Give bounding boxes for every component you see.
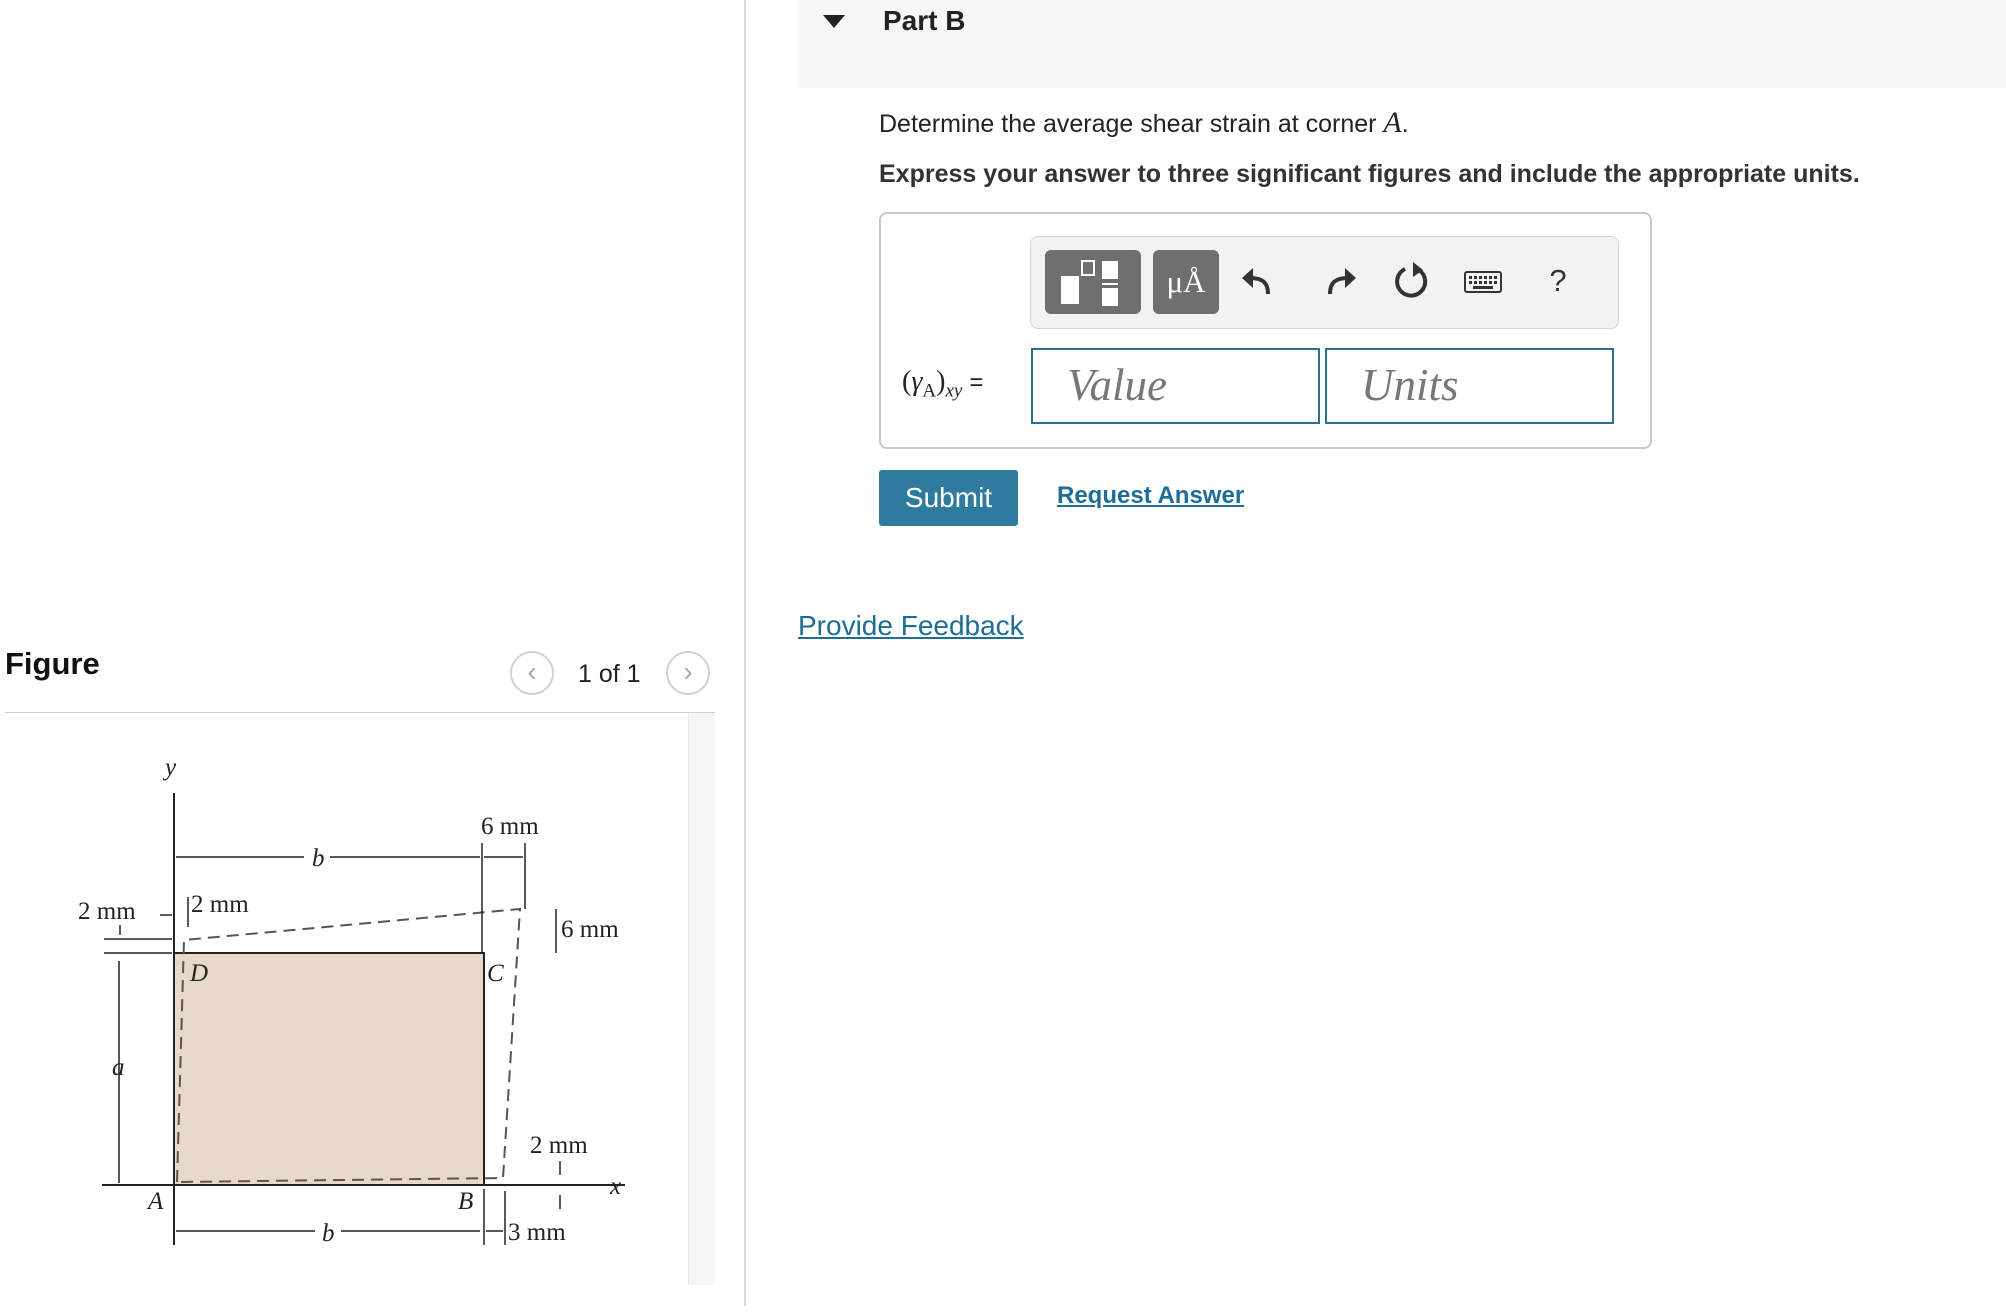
units-button[interactable]: μÅ [1153,250,1219,314]
figure-title: Figure [5,646,100,681]
chevron-left-icon: ‹ [527,656,537,687]
question-prefix: Determine the average shear strain at co… [879,110,1384,138]
corner-d-label: D [189,960,208,987]
question-symbol: A [1383,106,1402,139]
undo-icon [1242,268,1270,295]
templates-button[interactable] [1045,250,1141,314]
question-text: Determine the average shear strain at co… [879,106,1409,140]
chevron-right-icon: › [683,656,693,687]
figure-counter: 1 of 1 [578,660,641,688]
dim-b-bottom-label: b [322,1220,335,1247]
equals-sign: = [969,369,984,396]
next-figure-button[interactable]: › [666,651,710,695]
corner-b-label: B [458,1188,473,1215]
keyboard-icon [1464,271,1502,293]
x-axis-label: x [609,1173,621,1200]
answer-variable-label: (γA)xy = [902,366,984,402]
plate-shape [173,952,485,1186]
y-axis-label: y [162,754,177,781]
answer-instruction: Express your answer to three significant… [879,160,1860,188]
submit-button[interactable]: Submit [879,470,1018,526]
subscript-xy: xy [945,380,963,402]
corner-a-label: A [146,1188,164,1215]
corner-c-label: C [487,960,504,987]
request-answer-link[interactable]: Request Answer [1057,482,1244,510]
right-6mm-label: 6 mm [561,916,619,943]
top-2mm-label: 2 mm [191,891,249,918]
left-2mm-label: 2 mm [78,898,136,925]
figure-scrollbar[interactable] [688,713,715,1285]
deformation-diagram: y x A B C D a 2 mm 2 mm b 6 mm 6 mm 2 mm… [78,754,625,1247]
pane-divider[interactable] [744,0,746,1306]
dim-b-top-label: b [312,845,325,872]
redo-button[interactable] [1316,256,1360,306]
right-2mm-label: 2 mm [530,1132,588,1159]
figure-panel: Figure ‹ 1 of 1 › y x A B C D a 2 mm 2 m… [0,0,744,1316]
top-6mm-label: 6 mm [481,813,539,840]
value-input[interactable]: Value [1031,348,1320,424]
reset-icon [1395,262,1428,298]
triangle-down-icon[interactable] [823,15,845,28]
bottom-3mm-label: 3 mm [508,1219,566,1246]
subscript-a: A [922,380,937,402]
reset-button[interactable] [1389,256,1433,306]
gamma-symbol: γ [911,366,923,397]
undo-button[interactable] [1238,256,1282,306]
provide-feedback-link[interactable]: Provide Feedback [798,610,1024,642]
previous-figure-button[interactable]: ‹ [510,651,554,695]
redo-icon [1328,268,1356,295]
dim-a-label: a [112,1054,125,1081]
question-suffix: . [1401,110,1409,138]
help-button[interactable]: ? [1536,256,1580,306]
units-input[interactable]: Units [1325,348,1614,424]
part-title[interactable]: Part B [883,5,965,37]
keyboard-button[interactable] [1461,256,1505,306]
part-header[interactable] [798,0,2006,88]
templates-icon [1061,260,1118,306]
